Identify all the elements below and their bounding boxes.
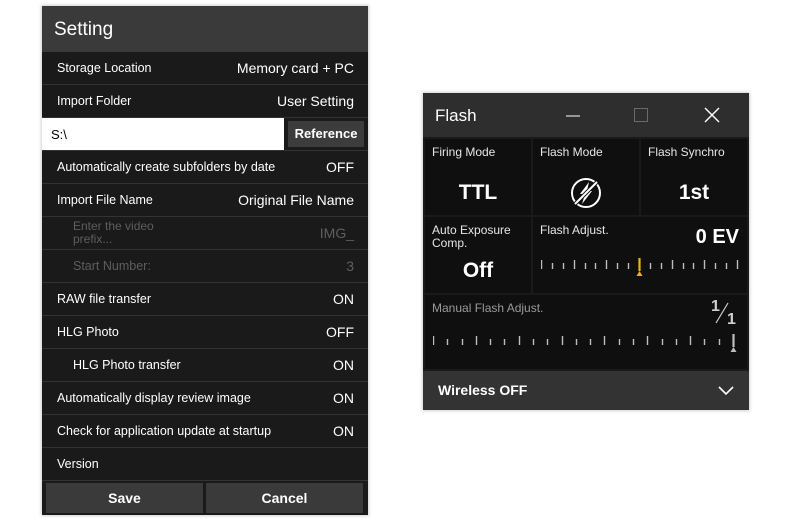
manual-flash-slider[interactable] (433, 333, 739, 357)
flash-title: Flash (435, 106, 477, 125)
flash-mode-label: Flash Mode (540, 145, 603, 159)
firing-mode-cell[interactable]: Firing Mode TTL (425, 139, 531, 215)
subfolders-by-date-row[interactable]: Automatically create subfolders by date … (42, 151, 368, 184)
folder-path-row: Reference (42, 118, 368, 151)
cancel-button[interactable]: Cancel (206, 483, 363, 513)
flash-panel: Flash Firing Mode TTL Flash Mode Flash S… (423, 93, 749, 410)
firing-mode-value: TTL (458, 181, 498, 204)
dialog-buttons: Save Cancel (42, 482, 368, 515)
flash-no-flash-icon (570, 177, 602, 209)
hlg-photo-value[interactable]: OFF (326, 324, 354, 340)
save-button[interactable]: Save (46, 483, 203, 513)
manual-fraction-denominator: 1 (727, 311, 736, 328)
wireless-label: Wireless OFF (438, 382, 528, 398)
version-label: Version (57, 457, 99, 471)
video-prefix-label: Enter the video prefix... (73, 219, 154, 246)
start-number-row: Start Number: 3 (42, 250, 368, 283)
storage-location-label: Storage Location (57, 61, 152, 75)
flash-titlebar: Flash (423, 93, 749, 137)
wireless-dropdown[interactable]: Wireless OFF (423, 371, 749, 410)
update-check-row[interactable]: Check for application update at startup … (42, 415, 368, 448)
subfolders-by-date-value[interactable]: OFF (326, 159, 354, 175)
import-file-name-value[interactable]: Original File Name (238, 192, 354, 208)
import-folder-value[interactable]: User Setting (277, 93, 354, 109)
auto-exposure-comp-cell[interactable]: Auto Exposure Comp. Off (425, 217, 531, 293)
flash-adjust-slider[interactable] (541, 257, 741, 281)
setting-title: Setting (42, 6, 368, 52)
manual-flash-adjust-cell[interactable]: Manual Flash Adjust. 1 1 (425, 295, 747, 369)
storage-location-value[interactable]: Memory card + PC (237, 60, 354, 76)
raw-file-transfer-row[interactable]: RAW file transfer ON (42, 283, 368, 316)
close-icon[interactable] (691, 93, 731, 137)
update-check-label: Check for application update at startup (57, 424, 272, 438)
flash-synchro-value: 1st (678, 181, 710, 204)
update-check-value[interactable]: ON (333, 423, 354, 439)
folder-path-input[interactable] (42, 118, 284, 150)
auto-exposure-comp-value: Off (462, 259, 494, 282)
start-number-label: Start Number: (73, 259, 151, 273)
hlg-photo-row[interactable]: HLG Photo OFF (42, 316, 368, 349)
minimize-icon[interactable] (553, 93, 593, 137)
manual-flash-adjust-label: Manual Flash Adjust. (432, 301, 544, 315)
reference-button[interactable]: Reference (288, 121, 364, 147)
setting-panel: Setting Storage Location Memory card + P… (42, 6, 368, 515)
flash-mode-cell[interactable]: Flash Mode (533, 139, 639, 215)
hlg-photo-transfer-row[interactable]: HLG Photo transfer ON (42, 349, 368, 382)
flash-synchro-label: Flash Synchro (648, 145, 725, 159)
subfolders-by-date-label: Automatically create subfolders by date (57, 160, 276, 174)
flash-adjust-label: Flash Adjust. (540, 223, 609, 237)
import-file-name-row[interactable]: Import File Name Original File Name (42, 184, 368, 217)
start-number-value: 3 (346, 258, 354, 274)
hlg-photo-transfer-value[interactable]: ON (333, 357, 354, 373)
review-image-label: Automatically display review image (57, 391, 251, 405)
slider-marker[interactable] (636, 258, 643, 276)
import-folder-label: Import Folder (57, 94, 132, 108)
flash-adjust-cell[interactable]: Flash Adjust. 0 EV (533, 217, 747, 293)
hlg-photo-label: HLG Photo (57, 325, 119, 339)
import-file-name-label: Import File Name (57, 193, 153, 207)
video-prefix-value: IMG_ (319, 225, 354, 241)
raw-file-transfer-label: RAW file transfer (57, 292, 152, 306)
review-image-value[interactable]: ON (333, 390, 354, 406)
raw-file-transfer-value[interactable]: ON (333, 291, 354, 307)
video-prefix-row: Enter the video prefix... IMG_ (42, 217, 368, 250)
storage-location-row[interactable]: Storage Location Memory card + PC (42, 52, 368, 85)
firing-mode-label: Firing Mode (432, 145, 496, 159)
slider-marker[interactable] (730, 334, 737, 352)
maximize-icon[interactable] (621, 93, 661, 137)
review-image-row[interactable]: Automatically display review image ON (42, 382, 368, 415)
flash-adjust-value: 0 EV (695, 226, 739, 248)
chevron-down-icon (717, 383, 735, 397)
hlg-photo-transfer-label: HLG Photo transfer (73, 358, 181, 372)
auto-exposure-comp-label: Auto Exposure Comp. (432, 223, 511, 250)
flash-synchro-cell[interactable]: Flash Synchro 1st (641, 139, 747, 215)
version-row[interactable]: Version (42, 448, 368, 481)
manual-fraction: 1 1 (707, 298, 739, 330)
import-folder-row[interactable]: Import Folder User Setting (42, 85, 368, 118)
